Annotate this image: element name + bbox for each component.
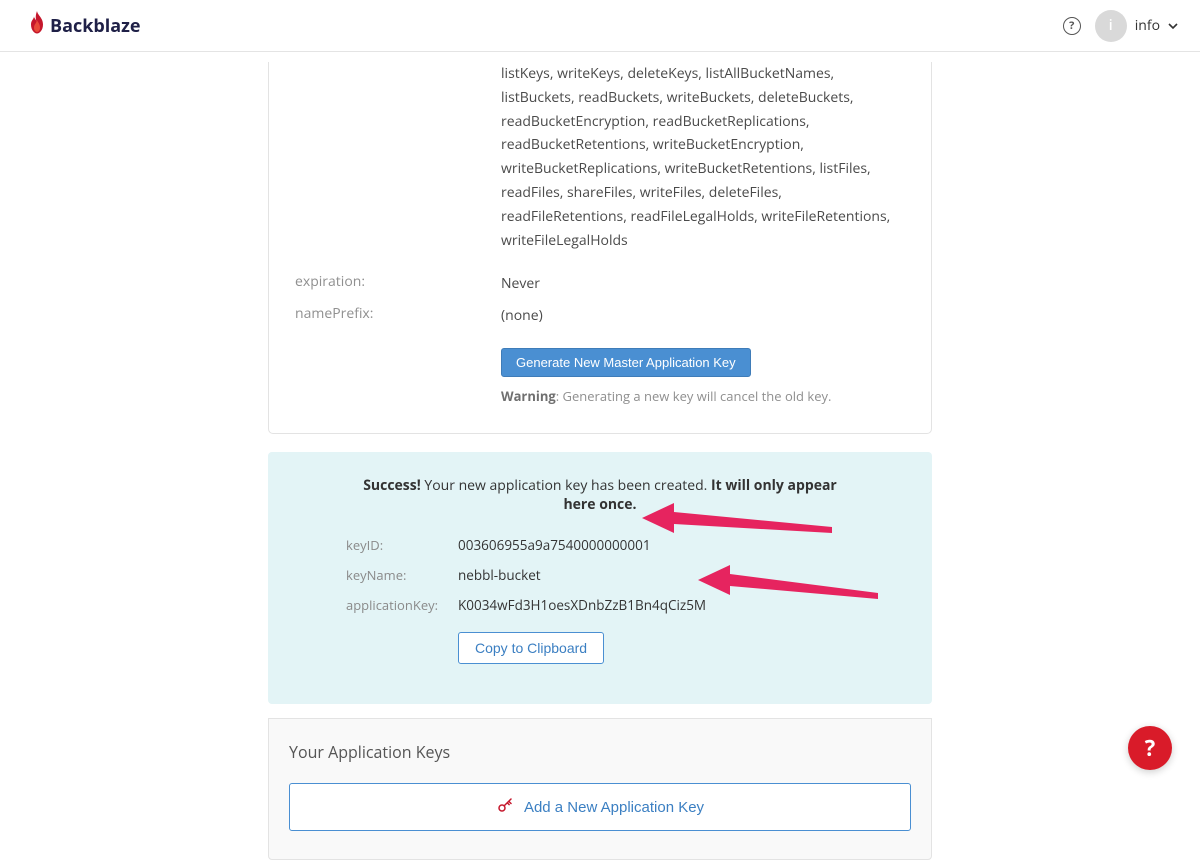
chevron-down-icon xyxy=(1168,21,1178,31)
page-body: listKeys, writeKeys, deleteKeys, listAll… xyxy=(0,52,1200,860)
success-panel: Success! Your new application key has be… xyxy=(268,452,932,704)
master-key-card: listKeys, writeKeys, deleteKeys, listAll… xyxy=(268,62,932,434)
your-keys-title: Your Application Keys xyxy=(289,741,911,763)
floating-help-button[interactable]: ? xyxy=(1128,726,1172,770)
user-label: info xyxy=(1135,16,1160,35)
copy-to-clipboard-button[interactable]: Copy to Clipboard xyxy=(458,632,604,664)
help-icon[interactable]: ? xyxy=(1063,17,1081,35)
your-keys-card: Your Application Keys Add a New Applicat… xyxy=(268,718,932,860)
capabilities-value: listKeys, writeKeys, deleteKeys, listAll… xyxy=(501,62,905,252)
top-header: Backblaze ? i info xyxy=(0,0,1200,52)
center-column: listKeys, writeKeys, deleteKeys, listAll… xyxy=(268,52,932,860)
add-new-application-key-button[interactable]: Add a New Application Key xyxy=(289,783,911,831)
name-prefix-label: namePrefix: xyxy=(295,304,501,323)
flame-icon xyxy=(28,11,46,40)
generate-warning: Warning: Generating a new key will cance… xyxy=(501,385,905,407)
expiration-value: Never xyxy=(501,272,905,296)
user-menu[interactable]: i info xyxy=(1095,10,1178,42)
keyname-label: keyName: xyxy=(346,566,458,584)
expiration-label: expiration: xyxy=(295,272,501,291)
name-prefix-value: (none) xyxy=(501,304,905,328)
avatar: i xyxy=(1095,10,1127,42)
keyid-value: 003606955a9a7540000000001 xyxy=(458,536,651,554)
appkey-label: applicationKey: xyxy=(346,596,458,614)
add-key-label: Add a New Application Key xyxy=(524,799,704,816)
generate-master-key-button[interactable]: Generate New Master Application Key xyxy=(501,348,751,377)
header-right: ? i info xyxy=(1063,10,1178,42)
keyname-value: nebbl-bucket xyxy=(458,566,541,584)
success-heading: Success! Your new application key has be… xyxy=(346,476,854,514)
brand-name: Backblaze xyxy=(50,14,141,38)
keyid-label: keyID: xyxy=(346,536,458,554)
key-icon xyxy=(496,796,514,818)
appkey-value: K0034wFd3H1oesXDnbZzB1Bn4qCiz5M xyxy=(458,596,706,614)
brand-logo[interactable]: Backblaze xyxy=(28,11,141,40)
